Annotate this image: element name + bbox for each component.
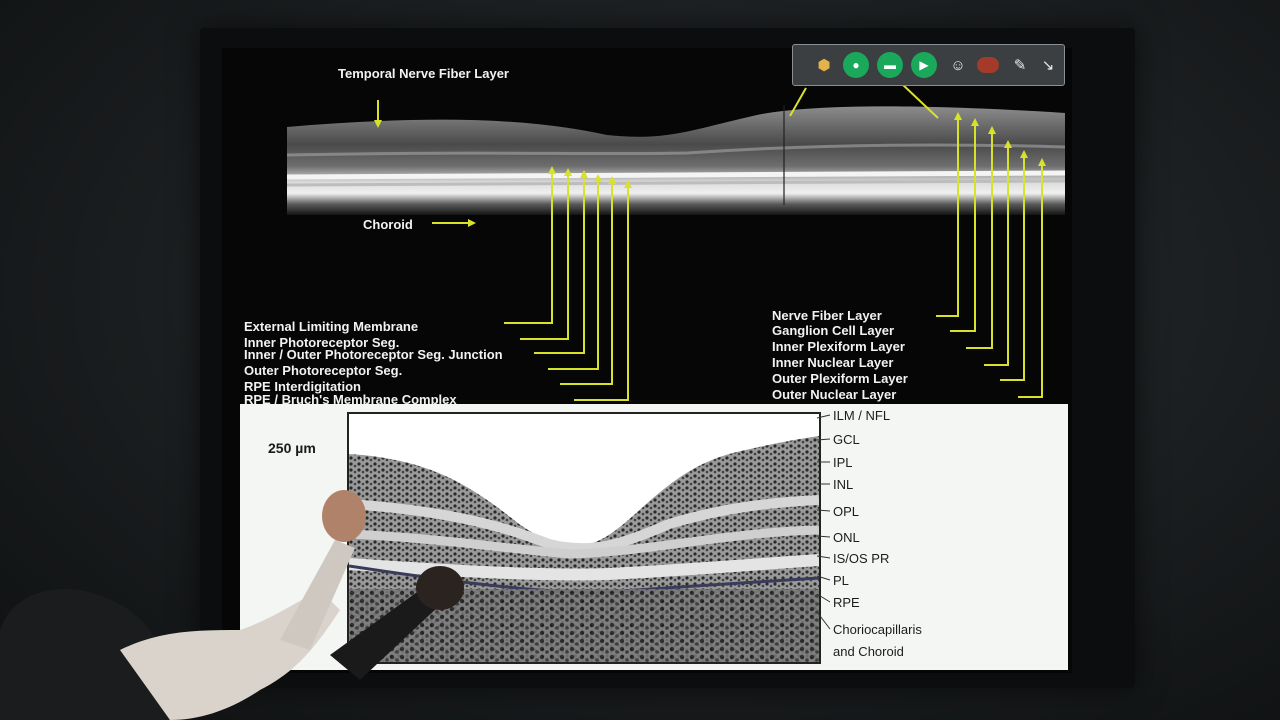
- presenter-silhouette: [0, 490, 464, 720]
